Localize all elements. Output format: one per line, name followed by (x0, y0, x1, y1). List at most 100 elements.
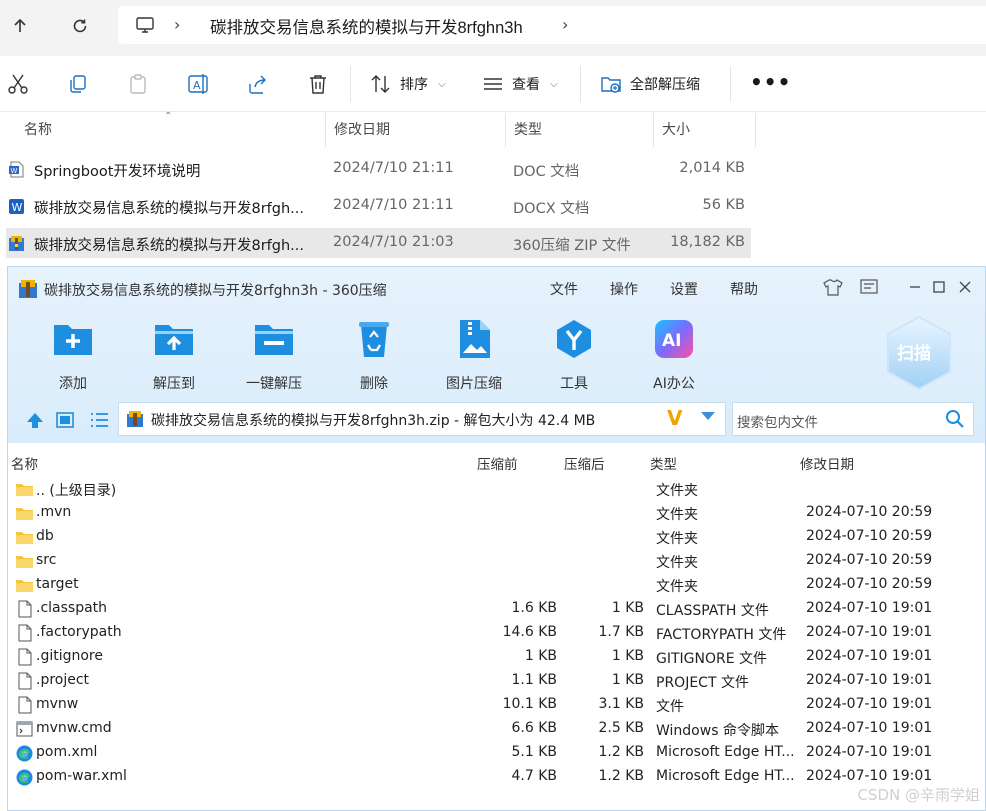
zip-list-row[interactable]: db 文件夹 2024-07-10 20:59 (8, 525, 985, 549)
tool-delete-button[interactable]: 删除 (329, 317, 419, 392)
sort-button[interactable]: 排序 ⌵ (370, 72, 446, 96)
svg-text:A: A (193, 79, 201, 92)
entry-name: .classpath (36, 600, 108, 616)
entry-size-after: 1.7 KB (598, 624, 645, 640)
tool-one-click-extract-button[interactable]: 一键解压 (229, 317, 319, 392)
zip-list-row[interactable]: .mvn 文件夹 2024-07-10 20:59 (8, 501, 985, 525)
divider (350, 66, 351, 102)
feedback-button[interactable] (856, 275, 882, 299)
entry-size-after: 1 KB (611, 672, 644, 688)
tool-ai-office-button[interactable]: AI AI办公 (629, 317, 719, 392)
file-row[interactable]: W 碳排放交易信息系统的模拟与开发8rfgh... 2024/7/10 21:1… (6, 191, 751, 221)
column-type[interactable]: 类型 (506, 113, 654, 147)
column-modified[interactable]: 修改日期 (800, 453, 854, 473)
address-path[interactable]: 碳排放交易信息系统的模拟与开发8rfghn3h (210, 14, 523, 38)
folder-icon (16, 484, 33, 496)
entry-type: Microsoft Edge HT... (656, 744, 794, 760)
entry-size-before: 14.6 KB (502, 624, 557, 640)
zip-list-row[interactable]: mvnw.cmd 6.6 KB 2.5 KB Windows 命令脚本 2024-07-… (8, 717, 985, 741)
entry-modified: 2024-07-10 19:01 (806, 696, 933, 712)
tool-add-button[interactable]: 添加 (28, 317, 118, 392)
tools-icon (557, 320, 591, 358)
file-row[interactable]: W Springboot开发环境说明 2024/7/10 21:11 DOC 文… (6, 154, 751, 184)
column-type[interactable]: 类型 (650, 453, 677, 473)
chevron-right-icon[interactable]: › (562, 15, 568, 34)
delete-icon[interactable] (306, 72, 330, 96)
maximize-button[interactable] (926, 275, 952, 299)
menu-help[interactable]: 帮助 (730, 279, 758, 299)
close-button[interactable] (952, 275, 978, 299)
entry-name: src (36, 552, 57, 568)
minimize-button[interactable] (902, 275, 928, 299)
column-size[interactable]: 大小 (654, 113, 756, 147)
entry-name: mvnw.cmd (36, 720, 112, 736)
v-check-icon[interactable]: V (667, 406, 682, 430)
skin-button[interactable] (820, 275, 846, 299)
column-size-label: 大小 (662, 122, 690, 138)
file-icon (18, 672, 32, 690)
zip-list-row[interactable]: mvnw 10.1 KB 3.1 KB 文件 2024-07-10 19:01 (8, 693, 985, 717)
divider (730, 66, 731, 102)
paste-icon[interactable] (126, 72, 150, 96)
extract-all-button[interactable]: 全部解压缩 (600, 72, 700, 96)
search-icon[interactable] (945, 409, 965, 429)
zip-list-row[interactable]: pom.xml 5.1 KB 1.2 KB Microsoft Edge HT... 2… (8, 741, 985, 765)
column-name[interactable]: 名称 (11, 453, 38, 473)
word-docx-icon: W (9, 199, 24, 214)
menu-settings[interactable]: 设置 (670, 279, 698, 299)
refresh-button[interactable] (66, 12, 94, 40)
rename-icon[interactable]: A (186, 72, 210, 96)
zip-window: 碳排放交易信息系统的模拟与开发8rfghn3h - 360压缩 文件 操作 设置… (7, 266, 986, 811)
copy-icon[interactable] (66, 72, 90, 96)
file-name: 碳排放交易信息系统的模拟与开发8rfgh... (34, 238, 305, 254)
zip-list-row[interactable]: .classpath 1.6 KB 1 KB CLASSPATH 文件 2024-07-… (8, 597, 985, 621)
file-row-selected[interactable]: 碳排放交易信息系统的模拟与开发8rfgh... 2024/7/10 21:03 … (6, 228, 751, 258)
tool-tools-button[interactable]: 工具 (529, 317, 619, 392)
list-view-icon[interactable] (88, 409, 110, 431)
menu-file[interactable]: 文件 (550, 279, 578, 299)
entry-name: .mvn (36, 504, 72, 520)
column-modified[interactable]: 修改日期 (326, 113, 506, 147)
entry-type: 文件夹 (656, 531, 698, 547)
file-type: 360压缩 ZIP 文件 (513, 238, 631, 254)
more-options-button[interactable]: ••• (750, 70, 791, 94)
tool-extract-to-button[interactable]: 解压到 (129, 317, 219, 392)
chevron-down-icon[interactable] (701, 412, 715, 420)
zip-list-row[interactable]: .gitignore 1 KB 1 KB GITIGNORE 文件 2024-07-10… (8, 645, 985, 669)
column-before[interactable]: 压缩前 (477, 453, 518, 473)
tool-image-compress-button[interactable]: 图片压缩 (429, 317, 519, 392)
up-arrow-button[interactable] (6, 12, 34, 40)
zip-list-row[interactable]: .factorypath 14.6 KB 1.7 KB FACTORYPATH 文件 2… (8, 621, 985, 645)
zip-list-row[interactable]: src 文件夹 2024-07-10 20:59 (8, 549, 985, 573)
up-level-icon[interactable] (24, 409, 46, 431)
column-after[interactable]: 压缩后 (564, 453, 605, 473)
zip-address-bar[interactable]: 碳排放交易信息系统的模拟与开发8rfghn3h.zip - 解包大小为 42.4… (118, 402, 726, 436)
entry-size-after: 3.1 KB (598, 696, 645, 712)
address-box[interactable]: › 碳排放交易信息系统的模拟与开发8rfghn3h › (118, 6, 986, 44)
entry-type: 文件夹 (656, 579, 698, 595)
svg-text:W: W (11, 167, 18, 175)
chevron-down-icon: ⌵ (550, 78, 558, 90)
zip-list-row[interactable]: .project 1.1 KB 1 KB PROJECT 文件 2024-07-10 1… (8, 669, 985, 693)
entry-name: pom.xml (36, 744, 98, 760)
ai-badge-text: AI (662, 331, 681, 351)
view-button[interactable]: 查看 ⌵ (482, 72, 558, 96)
scan-button[interactable]: 扫描 (884, 315, 954, 391)
edge-icon (16, 745, 33, 762)
zip-archive-icon (127, 411, 143, 427)
zip-list-row[interactable]: target 文件夹 2024-07-10 20:59 (8, 573, 985, 597)
chevron-down-icon: ⌵ (438, 78, 446, 90)
entry-type: PROJECT 文件 (656, 675, 749, 691)
entry-size-before: 1.6 KB (511, 600, 558, 616)
cut-icon[interactable] (6, 72, 30, 96)
search-input[interactable]: 搜索包内文件 (732, 402, 974, 436)
entry-name: .. (上级目录) (36, 483, 117, 499)
file-size: 2,014 KB (679, 160, 745, 176)
menu-operation[interactable]: 操作 (610, 279, 638, 299)
share-icon[interactable] (246, 72, 270, 96)
entry-size-before: 4.7 KB (511, 768, 558, 784)
entry-size-before: 1 KB (524, 648, 557, 664)
zip-list-row[interactable]: .. (上级目录) 文件夹 (8, 477, 985, 501)
zip-list-row[interactable]: pom-war.xml 4.7 KB 1.2 KB Microsoft Edge HT… (8, 765, 985, 789)
thumbnail-view-icon[interactable] (54, 409, 76, 431)
